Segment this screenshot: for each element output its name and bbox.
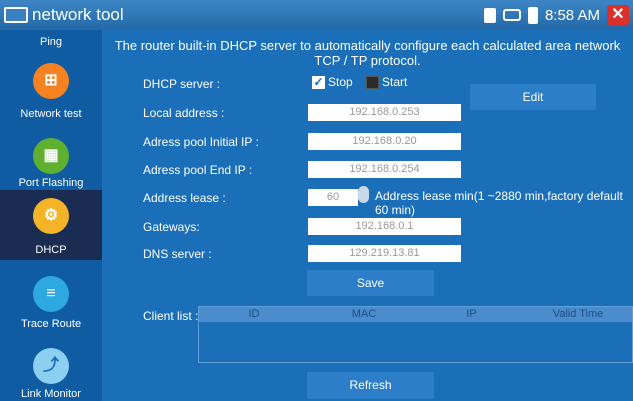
usb-icon: [502, 9, 521, 21]
column-header-id: ID: [248, 308, 260, 320]
stop-label: Stop: [328, 75, 353, 89]
save-button[interactable]: Save: [307, 270, 434, 296]
column-header-mac: MAC: [351, 308, 377, 320]
start-label: Start: [382, 75, 408, 89]
link-monitor-icon: ⤴: [33, 348, 69, 384]
app-title: network tool: [32, 5, 124, 24]
checkbox-checked-icon: ✓: [312, 74, 325, 89]
pool-end-label: Adress pool End IP :: [143, 163, 253, 177]
sd-card-icon: [483, 7, 496, 23]
client-list-label: Client list :: [143, 309, 199, 323]
sidebar-item-trace-route[interactable]: ≡ Trace Route: [0, 260, 102, 330]
sidebar-item-link-monitor[interactable]: ⤴ Link Monitor: [0, 328, 102, 401]
trace-route-icon: ≡: [33, 276, 69, 312]
lease-note: Address lease min(1 ~2880 min,factory de…: [375, 189, 623, 217]
sidebar-item-label: Ping: [39, 36, 63, 48]
description: The router built-in DHCP server to autom…: [114, 38, 621, 68]
pool-end-field[interactable]: 192.168.0.254: [308, 161, 461, 178]
pool-start-label: Adress pool Initial IP :: [143, 135, 259, 149]
local-address-field[interactable]: 192.168.0.253: [308, 104, 461, 121]
sidebar-item-label: Port Flashing: [18, 177, 84, 189]
port-flashing-icon: ▦: [33, 138, 69, 174]
lease-label: Address lease :: [143, 191, 226, 205]
sidebar-item-dhcp[interactable]: ⚙ DHCP: [0, 190, 102, 260]
start-checkbox[interactable]: Start: [366, 75, 407, 89]
lease-stepper-knob[interactable]: [358, 186, 369, 203]
stop-checkbox[interactable]: ✓ Stop: [312, 75, 353, 89]
dhcp-icon: ⚙: [33, 198, 69, 234]
sidebar-item-label: Link Monitor: [21, 388, 81, 400]
close-icon[interactable]: ✕: [607, 5, 629, 25]
dns-field[interactable]: 129.219.13.81: [308, 245, 461, 262]
client-list-header: ID MAC IP Valid Time: [199, 307, 632, 322]
edit-button[interactable]: Edit: [470, 84, 596, 110]
client-list-table[interactable]: ID MAC IP Valid Time: [198, 306, 633, 363]
checkbox-unchecked-icon: [366, 75, 379, 89]
column-header-ip: IP: [466, 308, 477, 320]
gateways-field[interactable]: 192.168.0.1: [308, 218, 461, 235]
sidebar-item-network-test[interactable]: ⊞ Network test: [0, 60, 102, 127]
dns-label: DNS server :: [143, 247, 212, 261]
dhcp-server-label: DHCP server :: [143, 77, 221, 91]
sidebar-item-label: Network test: [20, 108, 82, 120]
app-icon: [4, 7, 28, 23]
clock: 8:58 AM: [544, 6, 600, 24]
local-address-label: Local address :: [143, 106, 225, 120]
status-area: 8:58 AM ✕: [483, 5, 629, 25]
gateways-label: Gateways:: [143, 220, 200, 234]
title-bar: network tool 8:58 AM ✕: [0, 0, 633, 30]
dhcp-panel: The router built-in DHCP server to autom…: [102, 30, 633, 401]
refresh-button[interactable]: Refresh: [307, 372, 434, 399]
battery-icon: [527, 6, 538, 24]
sidebar-item-label: DHCP: [35, 244, 67, 256]
network-test-icon: ⊞: [33, 63, 69, 99]
column-header-valid-time: Valid Time: [552, 308, 604, 320]
sidebar-item-port-flashing[interactable]: ▦ Port Flashing: [0, 127, 102, 190]
sidebar-item-ping[interactable]: Ping: [0, 30, 102, 60]
pool-start-field[interactable]: 192.168.0.20: [308, 133, 461, 150]
sidebar: Ping ⊞ Network test ▦ Port Flashing ⚙ DH…: [0, 30, 102, 401]
lease-field[interactable]: 60: [308, 189, 358, 206]
